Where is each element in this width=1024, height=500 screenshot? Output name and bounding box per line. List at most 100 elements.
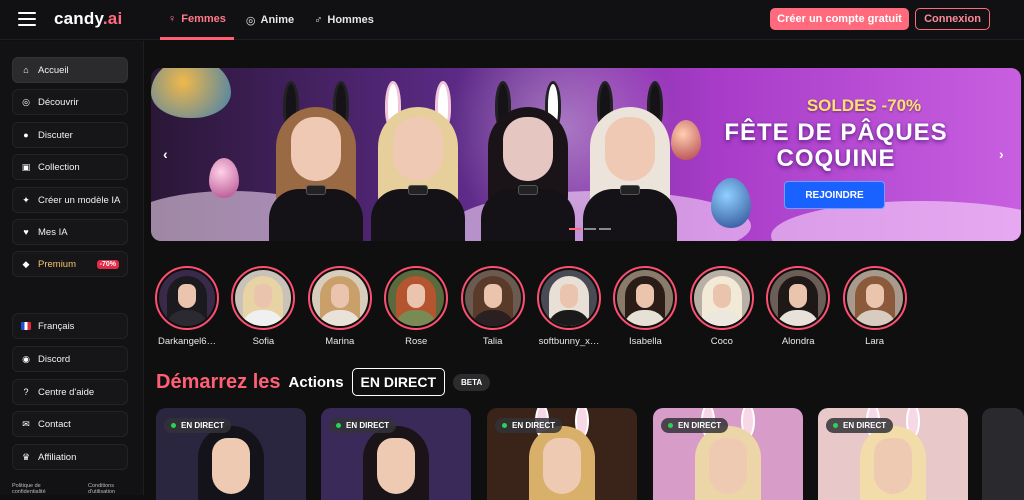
avatar-ring [155,266,219,330]
sidebar-item-discord[interactable]: ◉ Discord [12,346,128,372]
live-card[interactable]: EN DIRECT [156,408,306,500]
nav-tab-anime[interactable]: ◎ Anime [238,0,302,40]
live-badge-label: EN DIRECT [181,421,225,430]
promo-banner[interactable]: SOLDES -70% FÊTE DE PÂQUES COQUINE REJOI… [151,68,1021,241]
anime-icon: ◎ [245,14,256,27]
sidebar-item-découvrir[interactable]: ◎ Découvrir [12,89,128,115]
character-avatar[interactable]: Isabella [611,266,679,347]
sidebar-item-premium[interactable]: ◆ Premium -70% [12,251,128,277]
avatar-image [693,270,750,326]
sidebar-item-mes-ia[interactable]: ♥ Mes IA [12,219,128,245]
mail-icon: ✉ [22,418,30,429]
character-avatar[interactable]: Rose [382,266,450,347]
live-badge-label: EN DIRECT [678,421,722,430]
live-badge-label: EN DIRECT [346,421,390,430]
sidebar-item-discuter[interactable]: ● Discuter [12,122,128,148]
terms-link[interactable]: Conditions d'utilisation [88,483,136,495]
home-icon: ⌂ [23,65,29,75]
footer-links: Politique de confidentialité Conditions … [12,483,136,495]
live-badge: EN DIRECT [164,418,232,433]
sidebar-item-label: Français [38,320,75,332]
avatar-ring [307,266,372,330]
sidebar-item-contact[interactable]: ✉ Contact [12,411,128,437]
character-name: Darkangel6… [157,336,217,347]
logo[interactable]: candy.ai [54,9,122,29]
nav-tab-label: Femmes [181,12,226,25]
carousel-dots [569,228,614,230]
live-card-partial[interactable] [982,408,1024,500]
avatar-image [388,270,445,326]
live-card[interactable]: EN DIRECT [321,408,471,500]
sidebar-item-label: Centre d'aide [38,386,95,398]
chevron-left-icon[interactable]: ‹ [163,146,168,162]
sidebar-item-accueil[interactable]: ⌂ Accueil [12,57,128,83]
avatar-image [770,270,827,326]
avatar-ring [842,266,907,330]
privacy-link[interactable]: Politique de confidentialité [12,483,60,495]
character-avatar[interactable]: Darkangel6… [153,266,221,347]
male-icon: ♂ [314,14,323,26]
logo-text: candy [54,9,103,28]
hamburger-menu-icon[interactable] [18,12,36,26]
character-avatar[interactable]: Coco [688,266,756,347]
character-avatar[interactable]: Talia [459,266,527,347]
nav-tab-hommes[interactable]: ♂ Hommes [306,0,382,40]
live-section-heading: Démarrez les Actions EN DIRECT BETA [156,368,491,396]
collection-icon: ▣ [21,161,31,172]
banner-title: FÊTE DE PÂQUES COQUINE [691,120,981,172]
character-name: softbunny_x… [538,336,600,347]
banner-title-line1: FÊTE DE PÂQUES [724,119,948,146]
live-dot-icon [833,423,838,428]
nav-tab-femmes[interactable]: ♀ Femmes [160,0,234,40]
chevron-right-icon[interactable]: › [999,146,1004,162]
character-avatar[interactable]: Alondra [764,266,832,347]
live-dot-icon [502,423,507,428]
live-dot-icon [171,423,176,428]
live-card[interactable]: EN DIRECT [653,408,803,500]
character-avatar[interactable]: Lara [841,266,909,347]
character-name: Talia [482,336,503,347]
sidebar-item-créer-un-modèle-ia[interactable]: ✦ Créer un modèle IA [12,187,128,213]
sidebar-item-label: Affiliation [38,451,77,463]
beta-badge: BETA [453,373,491,391]
sidebar-item-label: Mes IA [38,226,68,238]
chat-icon: ● [23,130,29,140]
banner-model-image [363,81,473,241]
live-card[interactable]: EN DIRECT [487,408,637,500]
join-button[interactable]: REJOINDRE [784,181,885,209]
banner-title-line2: COQUINE [776,145,896,172]
avatar-ring [613,266,678,330]
diamond-icon: ◆ [22,258,30,269]
sidebar-item-français[interactable]: Français [12,313,128,339]
live-title-pink: Démarrez les [156,370,281,393]
character-avatar[interactable]: softbunny_x… [535,266,603,347]
sidebar-item-label: Premium [38,258,77,270]
sidebar-item-centre-d-aide[interactable]: ? Centre d'aide [12,379,128,405]
logo-suffix: .ai [102,9,123,28]
character-avatar[interactable]: Sofia [229,266,297,347]
avatar-image [617,270,674,326]
category-nav: ♀ Femmes ◎ Anime ♂ Hommes [160,0,386,40]
easter-egg-image [711,178,751,228]
character-avatar[interactable]: Marina [306,266,374,347]
avatar-ring [766,266,831,330]
sidebar-item-affiliation[interactable]: ♛ Affiliation [12,444,128,470]
avatar-ring [460,266,525,330]
avatar-ring [689,266,754,330]
avatar-image [311,270,368,326]
character-name: Lara [865,336,885,347]
live-badge: EN DIRECT [495,418,563,433]
login-button[interactable]: Connexion [915,8,990,30]
avatar-ring [537,266,601,330]
avatar-ring [384,266,449,330]
carousel-dot[interactable] [584,228,596,230]
flag-fr-icon [21,322,31,330]
live-title-box: EN DIRECT [351,368,445,396]
live-card[interactable]: EN DIRECT [818,408,968,500]
sidebar-item-collection[interactable]: ▣ Collection [12,154,128,180]
carousel-dot[interactable] [569,228,581,230]
sidebar-item-label: Discord [38,353,71,365]
carousel-dot[interactable] [599,228,611,230]
easter-egg-image [151,68,231,118]
signup-button[interactable]: Créer un compte gratuit [770,8,909,30]
